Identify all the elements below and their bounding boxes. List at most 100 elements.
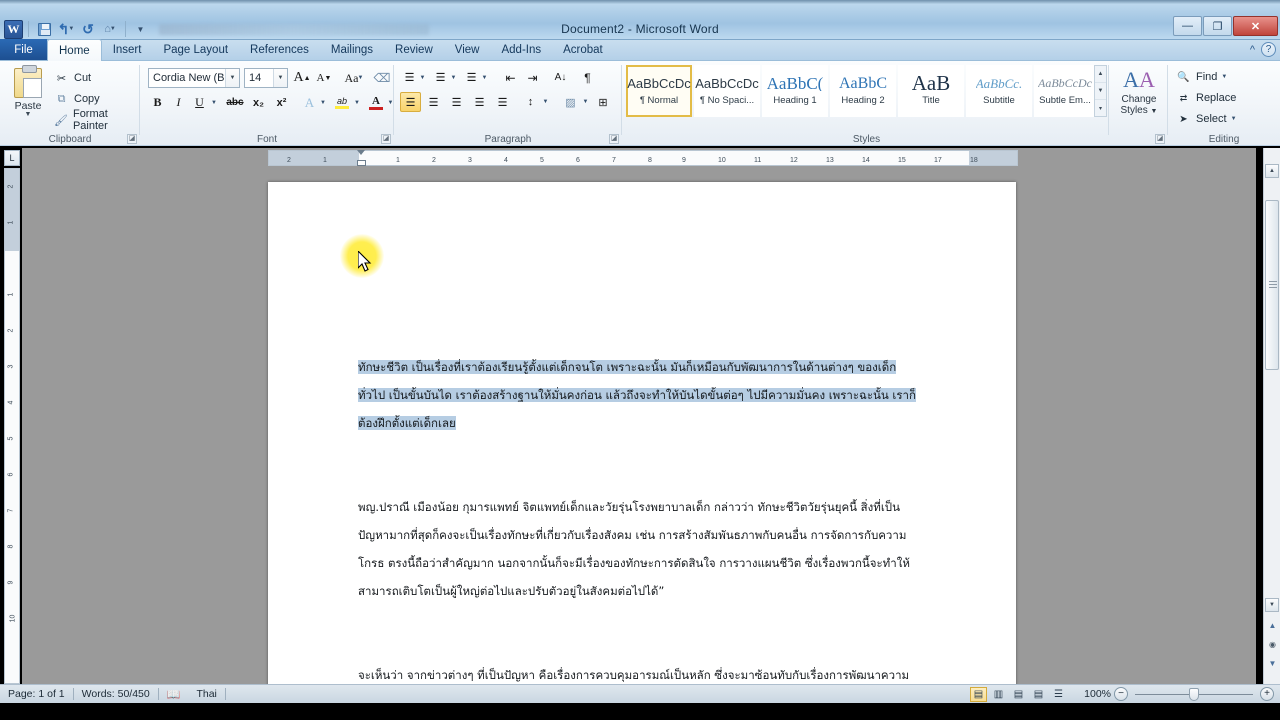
view-print-layout-icon[interactable]: ▤ xyxy=(970,686,987,702)
styles-dialog-launcher[interactable]: ◪ xyxy=(1155,134,1165,144)
tab-acrobat[interactable]: Acrobat xyxy=(552,39,614,60)
font-name-dropdown-icon[interactable]: ▼ xyxy=(225,69,239,87)
paste-dropdown-icon[interactable]: ▼ xyxy=(25,111,32,118)
thai-distributed-icon[interactable]: ☰ xyxy=(492,92,513,112)
show-formatting-marks-icon[interactable]: ¶ xyxy=(578,68,597,87)
numbering-icon[interactable]: ☰ xyxy=(431,68,450,87)
font-size-input[interactable]: 14 ▼ xyxy=(244,68,288,88)
bullets-icon[interactable]: ☰ xyxy=(400,68,419,87)
format-painter-button[interactable]: 🖌 Format Painter xyxy=(54,108,140,132)
style-no-spacing[interactable]: AaBbCcDc ¶ No Spaci... xyxy=(694,65,760,117)
scroll-down-icon[interactable]: ▼ xyxy=(1265,598,1279,612)
copy-button[interactable]: ⧉ Copy xyxy=(54,89,100,109)
zoom-thumb[interactable] xyxy=(1189,687,1199,701)
multilevel-list-icon[interactable]: ☰ xyxy=(462,68,481,87)
align-center-icon[interactable]: ☰ xyxy=(423,92,444,112)
shrink-font-icon[interactable]: A ▼ xyxy=(314,68,334,88)
decrease-indent-icon[interactable]: ⇤ xyxy=(500,68,521,87)
style-normal[interactable]: AaBbCcDc ¶ Normal xyxy=(626,65,692,117)
status-word-count[interactable]: Words: 50/450 xyxy=(74,685,158,703)
styles-scroll-up-icon[interactable]: ▲ xyxy=(1095,66,1106,83)
clear-formatting-icon[interactable]: ⌫ xyxy=(372,68,392,88)
numbering-dropdown-icon[interactable]: ▼ xyxy=(449,68,459,87)
find-button[interactable]: 🔍 Find ▼ xyxy=(1176,67,1227,87)
style-subtle-emphasis[interactable]: AaBbCcDc Subtle Em... xyxy=(1034,65,1096,117)
zoom-slider[interactable] xyxy=(1135,687,1253,702)
align-left-icon[interactable]: ☰ xyxy=(400,92,421,112)
underline-dropdown-icon[interactable]: ▼ xyxy=(209,93,220,112)
minimize-ribbon-icon[interactable]: ^ xyxy=(1250,44,1255,56)
styles-scroll-down-icon[interactable]: ▼ xyxy=(1095,83,1106,100)
help-icon[interactable]: ? xyxy=(1261,42,1276,57)
scrollbar-thumb[interactable] xyxy=(1265,200,1279,370)
highlight-color-icon[interactable]: ab xyxy=(332,93,352,112)
selected-text[interactable]: ทักษะชีวิต เป็นเรื่องที่เราต้องเรียนรู้ต… xyxy=(358,360,916,430)
styles-gallery-scroll[interactable]: ▲ ▼ ▾ xyxy=(1094,65,1107,117)
subscript-icon[interactable]: x₂ xyxy=(248,93,269,112)
indent-marker[interactable] xyxy=(357,150,366,168)
view-web-layout-icon[interactable]: ▤ xyxy=(1010,687,1027,702)
style-title[interactable]: AaB Title xyxy=(898,65,964,117)
paragraph-2[interactable]: พญ.ปราณี เมืองน้อย กุมารแพทย์ จิตแพทย์เด… xyxy=(358,493,920,605)
zoom-level[interactable]: 100% xyxy=(1081,688,1111,700)
shading-icon[interactable]: ▨ xyxy=(560,92,581,112)
tab-mailings[interactable]: Mailings xyxy=(320,39,384,60)
font-dialog-launcher[interactable]: ◪ xyxy=(381,134,391,144)
previous-page-icon[interactable]: ▲ xyxy=(1265,618,1280,633)
shading-dropdown-icon[interactable]: ▼ xyxy=(581,92,591,112)
tab-view[interactable]: View xyxy=(444,39,491,60)
font-color-icon[interactable]: A xyxy=(366,93,386,112)
paste-button[interactable]: Paste ▼ xyxy=(6,65,50,127)
clipboard-dialog-launcher[interactable]: ◪ xyxy=(127,134,137,144)
strikethrough-icon[interactable]: abc xyxy=(224,93,246,112)
tab-references[interactable]: References xyxy=(239,39,320,60)
status-language[interactable]: Thai xyxy=(188,685,224,703)
align-right-icon[interactable]: ☰ xyxy=(446,92,467,112)
text-effects-dropdown-icon[interactable]: ▼ xyxy=(318,93,329,112)
view-full-screen-reading-icon[interactable]: ▥ xyxy=(990,687,1007,702)
tab-add-ins[interactable]: Add-Ins xyxy=(490,39,552,60)
justify-icon[interactable]: ☰ xyxy=(469,92,490,112)
tab-file[interactable]: File xyxy=(0,39,47,60)
style-heading-1[interactable]: AaBbC( Heading 1 xyxy=(762,65,828,117)
font-size-dropdown-icon[interactable]: ▼ xyxy=(273,69,287,87)
bold-icon[interactable]: B xyxy=(148,93,167,112)
superscript-icon[interactable]: x² xyxy=(271,93,292,112)
style-subtitle[interactable]: AaBbCc. Subtitle xyxy=(966,65,1032,117)
text-effects-icon[interactable]: A xyxy=(300,93,319,112)
view-draft-icon[interactable]: ☰ xyxy=(1050,687,1067,702)
highlight-dropdown-icon[interactable]: ▼ xyxy=(352,93,363,112)
font-name-input[interactable]: Cordia New (Bo ▼ xyxy=(148,68,240,88)
select-button[interactable]: ➤ Select ▼ xyxy=(1176,109,1236,129)
borders-icon[interactable]: ⊞ xyxy=(594,92,612,112)
style-heading-2[interactable]: AaBbC Heading 2 xyxy=(830,65,896,117)
scroll-up-icon[interactable]: ▲ xyxy=(1265,164,1279,178)
styles-more-icon[interactable]: ▾ xyxy=(1095,100,1106,116)
cut-button[interactable]: ✂ Cut xyxy=(54,68,91,88)
change-styles-button[interactable]: AA Change Styles ▼ xyxy=(1114,65,1164,127)
zoom-in-button[interactable]: + xyxy=(1260,687,1274,701)
multilevel-dropdown-icon[interactable]: ▼ xyxy=(480,68,490,87)
vertical-scrollbar[interactable]: ▲ ▼ ▲ ◉ ▼ xyxy=(1263,148,1280,684)
minimize-button[interactable]: — xyxy=(1173,16,1202,36)
line-spacing-dropdown-icon[interactable]: ▼ xyxy=(541,92,551,112)
tab-review[interactable]: Review xyxy=(384,39,444,60)
horizontal-ruler[interactable]: 2 1 1 2 3 4 5 6 7 8 9 10 11 12 13 14 15 … xyxy=(268,150,1018,166)
close-button[interactable]: ✕ xyxy=(1233,16,1278,36)
zoom-out-button[interactable]: − xyxy=(1114,687,1128,701)
increase-indent-icon[interactable]: ⇥ xyxy=(522,68,543,87)
restore-button[interactable]: ❐ xyxy=(1203,16,1232,36)
italic-icon[interactable]: I xyxy=(169,93,188,112)
paragraph-1[interactable]: ทักษะชีวิต เป็นเรื่องที่เราต้องเรียนรู้ต… xyxy=(358,353,920,437)
grow-font-icon[interactable]: A ▲ xyxy=(292,68,312,88)
tab-insert[interactable]: Insert xyxy=(102,39,153,60)
next-page-icon[interactable]: ▼ xyxy=(1265,656,1280,671)
sort-icon[interactable]: A↓ xyxy=(550,68,571,87)
tab-selector[interactable]: L xyxy=(4,150,20,166)
replace-button[interactable]: ⇄ Replace xyxy=(1176,88,1237,108)
tab-page-layout[interactable]: Page Layout xyxy=(152,39,239,60)
document-body[interactable]: ทักษะชีวิต เป็นเรื่องที่เราต้องเรียนรู้ต… xyxy=(358,297,920,720)
bullets-dropdown-icon[interactable]: ▼ xyxy=(418,68,428,87)
status-page[interactable]: Page: 1 of 1 xyxy=(0,685,73,703)
line-spacing-icon[interactable]: ↕ xyxy=(520,92,541,112)
